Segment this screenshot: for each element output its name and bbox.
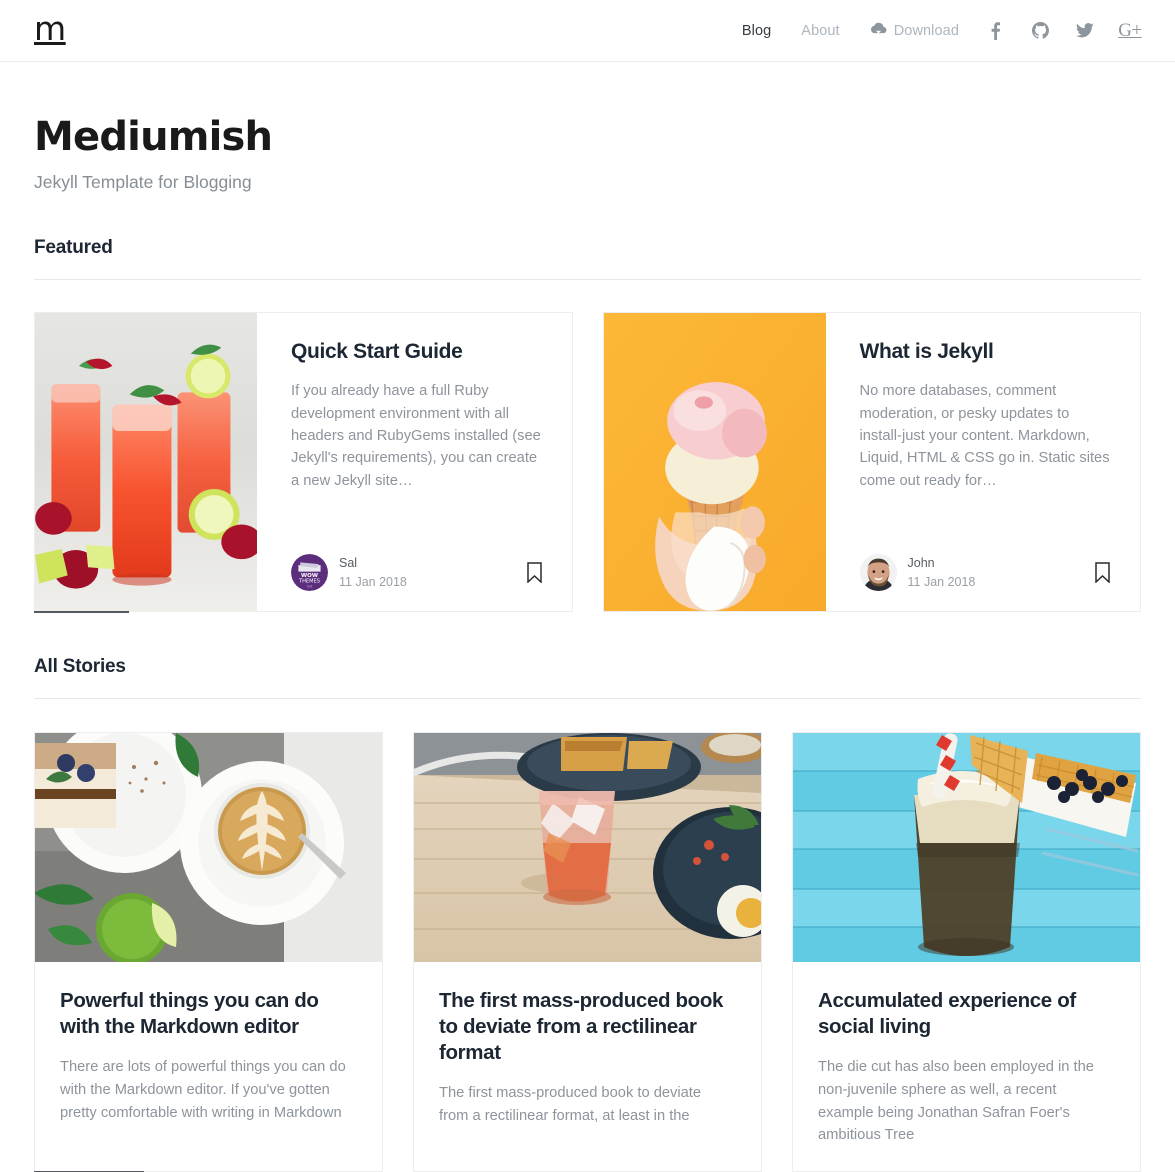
featured-card-body: What is Jekyll No more databases, commen… [826, 313, 1141, 611]
story-card-excerpt: The die cut has also been employed in th… [818, 1059, 1094, 1144]
facebook-icon[interactable] [986, 21, 1004, 41]
page-title: Mediumish [34, 114, 273, 160]
featured-card-excerpt: No more databases, comment moderation, o… [859, 383, 1110, 489]
featured-card-body: Quick Start Guide If you already have a … [257, 313, 572, 611]
featured-card-title[interactable]: Quick Start Guide [291, 339, 542, 365]
story-card-title[interactable]: Powerful things you can do with the Mark… [60, 988, 354, 1040]
bookmark-icon[interactable] [526, 562, 542, 583]
story-card-title[interactable]: The first mass-produced book to deviate … [439, 988, 733, 1066]
bookmark-icon[interactable] [1095, 562, 1110, 583]
author-meta: John 11 Jan 2018 [908, 554, 976, 590]
photo-portrait-avatar[interactable] [859, 554, 897, 591]
featured-card-title[interactable]: What is Jekyll [860, 339, 1111, 365]
story-card-body: The first mass-produced book to deviate … [414, 962, 761, 1152]
wow-themes-logo-avatar[interactable]: WOW THEMES net [291, 554, 328, 591]
iced-drink-blue-planks-photo[interactable] [793, 733, 1140, 962]
author-meta: Sal 11 Jan 2018 [339, 554, 407, 590]
all-stories-heading: All Stories [34, 656, 1141, 699]
story-card-body: Powerful things you can do with the Mark… [35, 962, 382, 1148]
ice-cream-cone-photo[interactable] [603, 313, 828, 611]
story-card[interactable]: The first mass-produced book to deviate … [413, 732, 762, 1172]
featured-card[interactable]: What is Jekyll No more databases, commen… [602, 312, 1141, 612]
nav-link-download[interactable]: Download [870, 22, 959, 39]
svg-text:net: net [306, 584, 313, 588]
top-navbar: m Blog About Download G+ [0, 0, 1175, 62]
featured-section: Featured Quick Start Guide If you alread… [34, 237, 1141, 612]
google-plus-icon[interactable]: G+ [1118, 19, 1142, 41]
twitter-icon[interactable] [1076, 21, 1094, 41]
post-date: 11 Jan 2018 [907, 574, 976, 589]
story-card-title[interactable]: Accumulated experience of social living [818, 988, 1112, 1040]
cocktail-on-wood-table-photo[interactable] [414, 733, 761, 962]
story-card[interactable]: Accumulated experience of social living … [792, 732, 1141, 1172]
page-subtitle: Jekyll Template for Blogging [34, 172, 252, 192]
nav-link-about[interactable]: About [801, 23, 839, 39]
featured-card-footer: John 11 Jan 2018 [859, 536, 1111, 591]
cloud-download-icon [870, 22, 887, 39]
all-stories-section: All Stories Powerful things you can do w… [34, 656, 1141, 1172]
github-icon[interactable] [1031, 21, 1049, 41]
post-date: 11 Jan 2018 [339, 574, 407, 589]
featured-card-excerpt: If you already have a full Ruby developm… [291, 383, 541, 489]
stories-card-row: Powerful things you can do with the Mark… [34, 732, 1141, 1172]
story-card-body: Accumulated experience of social living … [793, 962, 1140, 1171]
nav-links-group: Blog About Download G+ [712, 19, 1142, 41]
strawberry-cocktails-photo[interactable] [34, 313, 262, 611]
latte-art-tiramisu-photo[interactable] [35, 733, 382, 965]
story-card[interactable]: Powerful things you can do with the Mark… [34, 732, 383, 1172]
download-label: Download [893, 22, 959, 39]
site-logo[interactable]: m [34, 12, 66, 49]
author-name: Sal [339, 556, 358, 571]
featured-card[interactable]: Quick Start Guide If you already have a … [34, 312, 573, 612]
featured-heading: Featured [34, 237, 1141, 280]
story-card-excerpt: There are lots of powerful things you ca… [60, 1059, 346, 1121]
nav-link-blog[interactable]: Blog [742, 23, 771, 39]
story-card-excerpt: The first mass-produced book to deviate … [439, 1085, 702, 1124]
google-plus-label: G+ [1118, 19, 1142, 41]
featured-card-row: Quick Start Guide If you already have a … [34, 312, 1141, 612]
featured-card-footer: WOW THEMES net Sal 11 Jan 2018 [291, 536, 542, 591]
page-content: Mediumish Jekyll Template for Blogging F… [0, 114, 1175, 1172]
author-name: John [907, 556, 935, 571]
